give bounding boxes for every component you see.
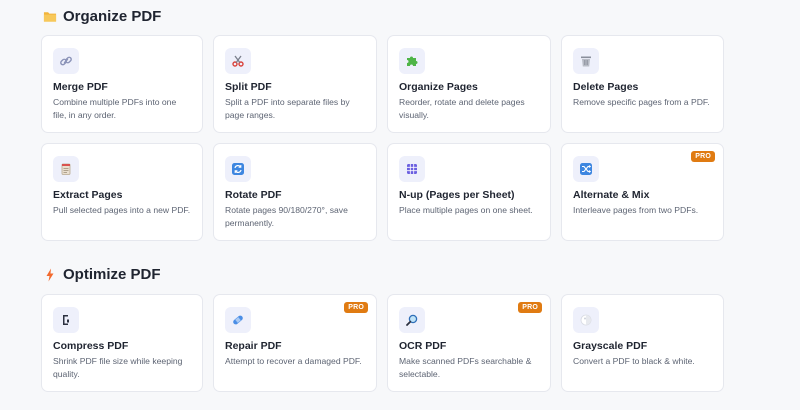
tool-description: Shrink PDF file size while keeping quali… — [53, 356, 183, 379]
optimize-tools-grid: Compress PDF Shrink PDF file size while … — [41, 294, 724, 392]
tool-description: Attempt to recover a damaged PDF. — [225, 356, 362, 366]
pro-badge: PRO — [344, 302, 368, 313]
link-icon — [53, 48, 79, 74]
tool-card-compress-pdf[interactable]: Compress PDF Shrink PDF file size while … — [41, 294, 203, 392]
tool-title: N-up (Pages per Sheet) — [399, 189, 515, 201]
magnifier-icon — [399, 307, 425, 333]
tool-description: Rotate pages 90/180/270°, save permanent… — [225, 205, 348, 228]
grid-icon — [399, 156, 425, 182]
tool-card-rotate-pdf[interactable]: Rotate PDF Rotate pages 90/180/270°, sav… — [213, 143, 377, 241]
tool-card-grayscale-pdf[interactable]: Grayscale PDF Convert a PDF to black & w… — [561, 294, 724, 392]
tool-description: Place multiple pages on one sheet. — [399, 205, 533, 215]
tool-title: Organize Pages — [399, 81, 478, 93]
tool-description: Reorder, rotate and delete pages visuall… — [399, 97, 525, 120]
tool-description: Make scanned PDFs searchable & selectabl… — [399, 356, 532, 379]
tool-title: Grayscale PDF — [573, 340, 648, 352]
tool-card-organize-pages[interactable]: Organize Pages Reorder, rotate and delet… — [387, 35, 551, 133]
tool-description: Convert a PDF to black & white. — [573, 356, 695, 366]
tool-title: Delete Pages — [573, 81, 639, 93]
tool-card-delete-pages[interactable]: Delete Pages Remove specific pages from … — [561, 35, 724, 133]
tool-title: Repair PDF — [225, 340, 282, 352]
tool-card-repair-pdf[interactable]: PRO Repair PDF Attempt to recover a dama… — [213, 294, 377, 392]
pro-badge: PRO — [691, 151, 715, 162]
tool-card-alternate-mix[interactable]: PRO Alternate & Mix Interleave pages fro… — [561, 143, 724, 241]
section-title-text: Optimize PDF — [63, 266, 161, 283]
tool-title: Merge PDF — [53, 81, 108, 93]
organize-tools-grid: Merge PDF Combine multiple PDFs into one… — [41, 35, 724, 241]
section-title-text: Organize PDF — [63, 8, 162, 25]
tool-card-extract-pages[interactable]: Extract Pages Pull selected pages into a… — [41, 143, 203, 241]
lightning-icon — [43, 268, 57, 282]
grayscale-icon — [573, 307, 599, 333]
bandage-icon — [225, 307, 251, 333]
tool-description: Pull selected pages into a new PDF. — [53, 205, 191, 215]
tool-title: Extract Pages — [53, 189, 123, 201]
tool-title: Compress PDF — [53, 340, 129, 352]
pro-badge: PRO — [518, 302, 542, 313]
tool-title: Split PDF — [225, 81, 272, 93]
puzzle-icon — [399, 48, 425, 74]
tool-title: Rotate PDF — [225, 189, 282, 201]
tool-card-merge-pdf[interactable]: Merge PDF Combine multiple PDFs into one… — [41, 35, 203, 133]
tool-card-n-up[interactable]: N-up (Pages per Sheet) Place multiple pa… — [387, 143, 551, 241]
section-title-optimize: Optimize PDF — [43, 266, 161, 283]
rotate-icon — [225, 156, 251, 182]
tool-card-ocr-pdf[interactable]: PRO OCR PDF Make scanned PDFs searchable… — [387, 294, 551, 392]
tool-title: Alternate & Mix — [573, 189, 650, 201]
scissors-icon — [225, 48, 251, 74]
shuffle-icon — [573, 156, 599, 182]
tool-description: Remove specific pages from a PDF. — [573, 97, 710, 107]
tool-description: Combine multiple PDFs into one file, in … — [53, 97, 177, 120]
folder-icon — [43, 10, 57, 24]
tool-card-split-pdf[interactable]: Split PDF Split a PDF into separate file… — [213, 35, 377, 133]
tool-description: Interleave pages from two PDFs. — [573, 205, 699, 215]
section-title-organize: Organize PDF — [43, 8, 161, 25]
compress-icon — [53, 307, 79, 333]
notepad-icon — [53, 156, 79, 182]
trash-icon — [573, 48, 599, 74]
tool-description: Split a PDF into separate files by page … — [225, 97, 350, 120]
tool-title: OCR PDF — [399, 340, 447, 352]
